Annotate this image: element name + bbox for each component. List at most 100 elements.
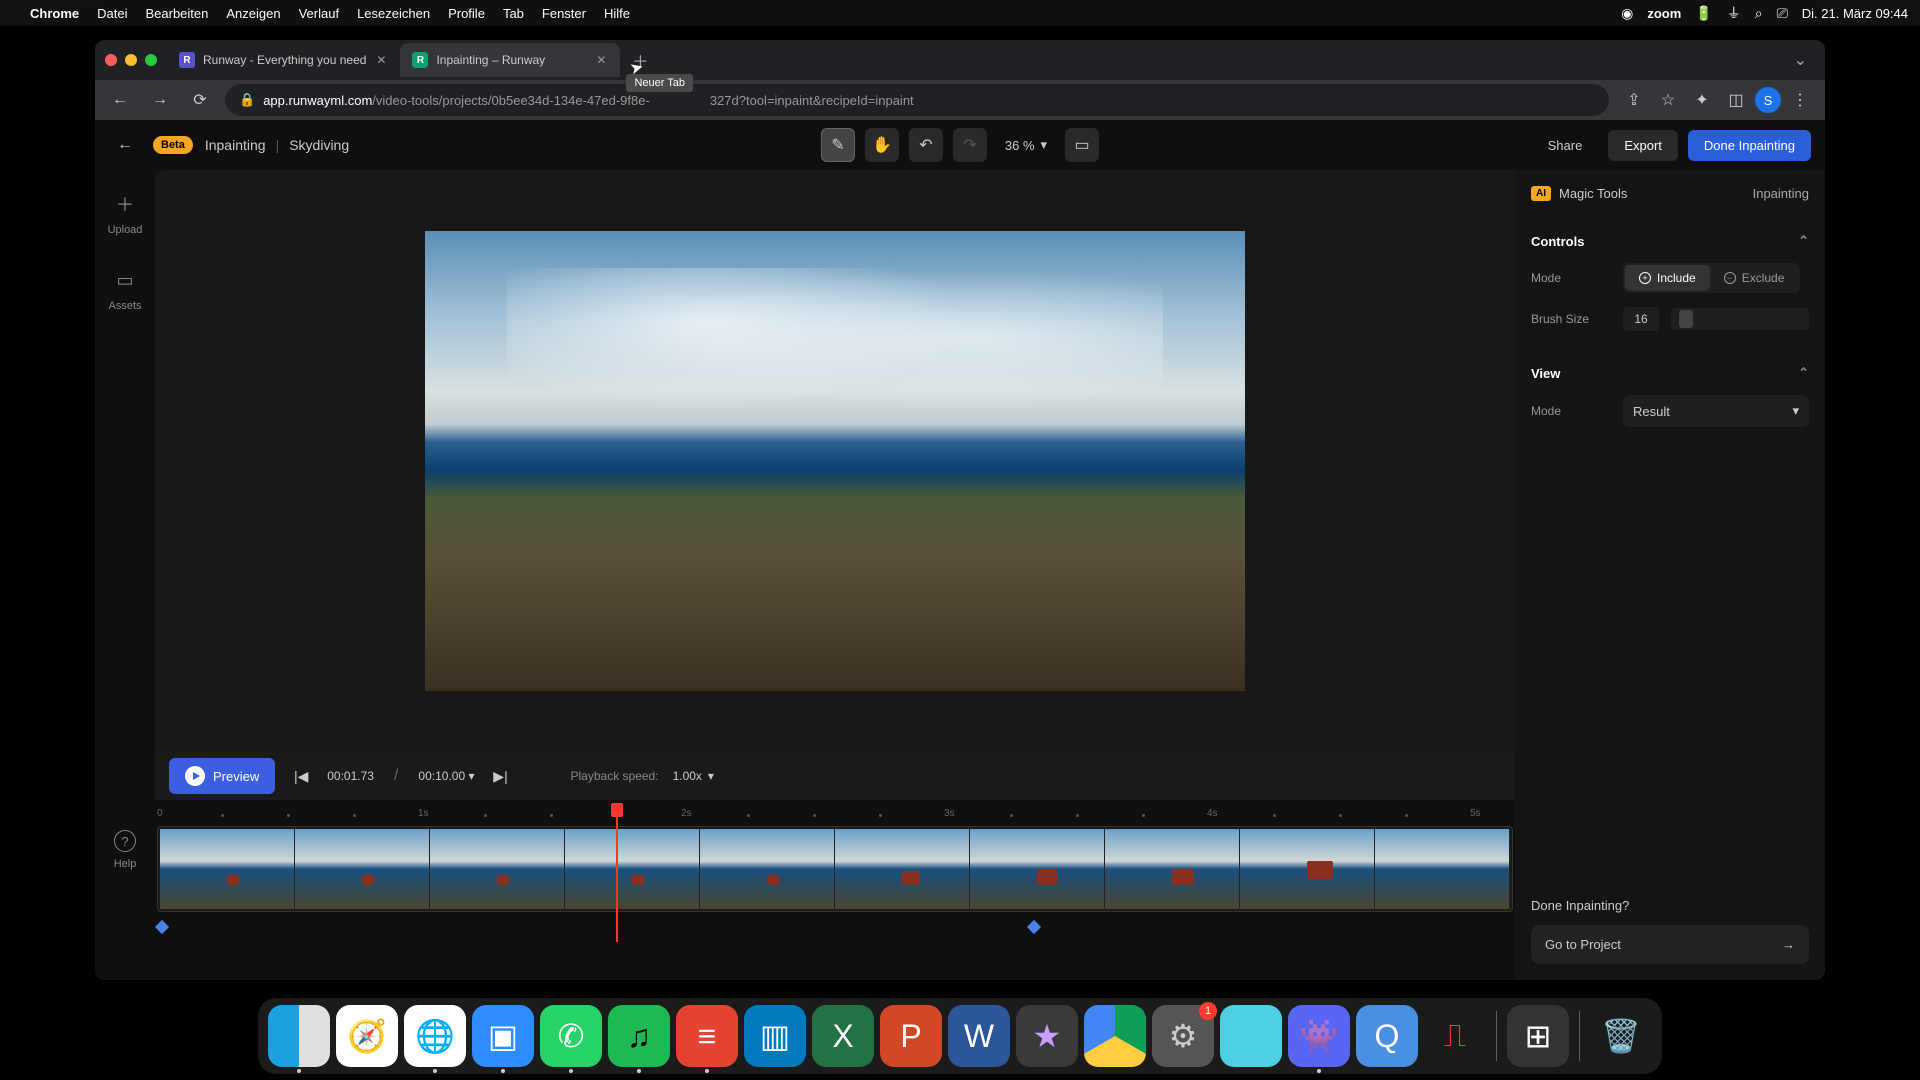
dock-discord[interactable]: 👾 (1288, 1005, 1350, 1067)
share-page-icon[interactable]: ⇪ (1619, 85, 1649, 115)
fit-view-button[interactable]: ▭ (1065, 128, 1099, 162)
menu-hilfe[interactable]: Hilfe (604, 6, 630, 21)
menu-bearbeiten[interactable]: Bearbeiten (145, 6, 208, 21)
zoom-dropdown[interactable]: 36 % ▾ (997, 137, 1055, 153)
playhead[interactable] (616, 806, 618, 942)
wifi-icon[interactable]: ⏚ (1727, 3, 1741, 23)
view-mode-dropdown[interactable]: Result ▾ (1623, 395, 1809, 427)
tab-runway-home[interactable]: R Runway - Everything you need ✕ (167, 43, 400, 77)
keyframe-marker[interactable] (1027, 920, 1041, 934)
video-clip-track[interactable] (157, 826, 1513, 912)
dock-safari[interactable]: 🧭 (336, 1005, 398, 1067)
close-tab-icon[interactable]: ✕ (374, 53, 388, 67)
video-frame-preview (425, 231, 1245, 691)
tabs-overflow-icon[interactable]: ⌄ (1786, 50, 1815, 70)
done-inpainting-button[interactable]: Done Inpainting (1688, 130, 1811, 161)
brush-size-slider[interactable] (1671, 308, 1809, 330)
menu-fenster[interactable]: Fenster (542, 6, 586, 21)
profile-avatar[interactable]: S (1755, 87, 1781, 113)
dock-trash[interactable]: 🗑️ (1590, 1005, 1652, 1067)
undo-button[interactable]: ↶ (909, 128, 943, 162)
controls-section-header[interactable]: Controls ⌃ (1531, 233, 1809, 249)
dock-whatsapp[interactable]: ✆ (540, 1005, 602, 1067)
datetime[interactable]: Di. 21. März 09:44 (1802, 6, 1908, 21)
redo-button[interactable]: ↷ (953, 128, 987, 162)
preview-button[interactable]: Preview (169, 758, 275, 794)
search-icon[interactable]: ⌕ (1755, 5, 1763, 22)
dock-trello[interactable]: ▥ (744, 1005, 806, 1067)
go-to-project-button[interactable]: Go to Project → (1531, 925, 1809, 964)
chrome-menu-icon[interactable]: ⋮ (1785, 85, 1815, 115)
dock-voice-memos[interactable]: ⎍ (1424, 1005, 1486, 1067)
zoom-status[interactable]: zoom (1647, 6, 1681, 21)
dock-settings[interactable]: ⚙1 (1152, 1005, 1214, 1067)
upload-button[interactable]: ＋ Upload (108, 190, 143, 236)
plus-icon: ＋ (111, 190, 139, 218)
breadcrumb-project[interactable]: Skydiving (289, 137, 349, 153)
dock-drive[interactable] (1084, 1005, 1146, 1067)
menu-anzeigen[interactable]: Anzeigen (226, 6, 280, 21)
dock-app-cyan[interactable] (1220, 1005, 1282, 1067)
breadcrumb-tool[interactable]: Inpainting (205, 137, 266, 153)
menu-tab[interactable]: Tab (503, 6, 524, 21)
record-icon[interactable]: ◉ (1621, 5, 1633, 22)
skip-end-button[interactable]: ▶| (489, 768, 513, 785)
dock-quicktime[interactable]: Q (1356, 1005, 1418, 1067)
nav-forward-button[interactable]: → (145, 85, 175, 115)
address-bar[interactable]: 🔒 app.runwayml.com/video-tools/projects/… (225, 84, 1609, 116)
menu-profile[interactable]: Profile (448, 6, 485, 21)
timeline-ruler[interactable]: 0 1s 2s 3s 4s 5s (155, 806, 1515, 826)
view-section-header[interactable]: View ⌃ (1531, 365, 1809, 381)
slider-thumb[interactable] (1679, 310, 1693, 328)
brush-size-value[interactable]: 16 (1623, 307, 1659, 331)
dock-word[interactable]: W (948, 1005, 1010, 1067)
dock-spotify[interactable]: ♫ (608, 1005, 670, 1067)
menu-lesezeichen[interactable]: Lesezeichen (357, 6, 430, 21)
dock-todoist[interactable]: ≡ (676, 1005, 738, 1067)
minimize-window-button[interactable] (125, 54, 137, 66)
dock-excel[interactable]: X (812, 1005, 874, 1067)
dock-zoom[interactable]: ▣ (472, 1005, 534, 1067)
hand-tool-button[interactable]: ✋ (865, 128, 899, 162)
export-button[interactable]: Export (1608, 130, 1678, 161)
preview-viewport[interactable] (155, 170, 1515, 752)
bookmark-star-icon[interactable]: ☆ (1653, 85, 1683, 115)
keyframe-track[interactable] (155, 912, 1515, 942)
close-window-button[interactable] (105, 54, 117, 66)
dock-calculator[interactable]: ⊞ (1507, 1005, 1569, 1067)
exclude-mode-button[interactable]: − Exclude (1710, 265, 1799, 291)
tab-inpainting[interactable]: R Inpainting – Runway ✕ (400, 43, 620, 77)
battery-icon[interactable]: 🔋 (1695, 5, 1712, 22)
include-mode-button[interactable]: + Include (1625, 265, 1710, 291)
speed-dropdown[interactable]: 1.00x ▾ (673, 769, 714, 783)
brush-tool-button[interactable]: ✎ (821, 128, 855, 162)
app-back-button[interactable]: ← (109, 129, 141, 161)
skip-start-button[interactable]: |◀ (289, 768, 313, 785)
dock-imovie[interactable]: ★ (1016, 1005, 1078, 1067)
new-tab-button[interactable]: ＋ ➤ Neuer Tab (626, 46, 654, 74)
maximize-window-button[interactable] (145, 54, 157, 66)
nav-back-button[interactable]: ← (105, 85, 135, 115)
close-tab-icon[interactable]: ✕ (594, 53, 608, 67)
nav-reload-button[interactable]: ⟳ (185, 85, 215, 115)
assets-button[interactable]: ▭ Assets (108, 266, 141, 312)
keyframe-marker[interactable] (155, 920, 169, 934)
time-total[interactable]: 00:10.00 ▾ (418, 769, 474, 783)
mode-label: Mode (1531, 271, 1611, 285)
playhead-handle[interactable] (611, 803, 623, 817)
url-tail: 327d?tool=inpaint&recipeId=inpaint (710, 93, 914, 108)
extensions-icon[interactable]: ✦ (1687, 85, 1717, 115)
sidepanel-icon[interactable]: ◫ (1721, 85, 1751, 115)
menu-verlauf[interactable]: Verlauf (299, 6, 339, 21)
share-button[interactable]: Share (1532, 130, 1599, 161)
menubar-app-name[interactable]: Chrome (30, 6, 79, 21)
control-center-icon[interactable]: ⎚ (1777, 5, 1788, 22)
exclude-label: Exclude (1742, 271, 1785, 285)
dock-finder[interactable] (268, 1005, 330, 1067)
menu-datei[interactable]: Datei (97, 6, 127, 21)
dock-chrome[interactable]: 🌐 (404, 1005, 466, 1067)
timeline-thumbnail (970, 829, 1105, 909)
dock-powerpoint[interactable]: P (880, 1005, 942, 1067)
help-button[interactable]: ? Help (114, 830, 137, 870)
magic-tools-label[interactable]: Magic Tools (1559, 186, 1627, 201)
